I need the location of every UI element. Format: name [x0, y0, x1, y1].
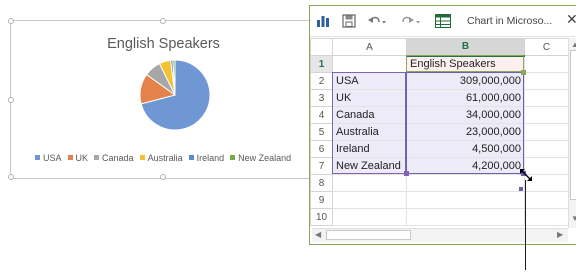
edit-data-in-excel-icon[interactable] — [434, 12, 452, 30]
legend-swatch — [188, 155, 194, 160]
vertical-scroll-thumb[interactable] — [570, 50, 576, 200]
legend-swatch — [94, 155, 100, 160]
table-row: 9 — [310, 191, 569, 209]
legend-swatch — [230, 155, 236, 160]
row-header[interactable]: 2 — [310, 72, 333, 90]
cell-a9[interactable] — [332, 191, 407, 209]
cell-a10[interactable] — [332, 208, 407, 226]
horizontal-scroll-thumb[interactable] — [326, 230, 411, 240]
row-header[interactable]: 6 — [310, 140, 333, 158]
chart-icon — [316, 12, 330, 30]
undo-icon[interactable] — [367, 12, 387, 30]
cell-a6[interactable]: Ireland — [332, 140, 407, 158]
pie-chart[interactable] — [11, 21, 316, 151]
cell-b9[interactable] — [406, 191, 525, 209]
legend-item-canada: Canada — [94, 153, 134, 163]
legend-swatch — [35, 155, 40, 160]
window-title-bar[interactable]: Chart in Microso... ✕ — [310, 6, 576, 37]
cell-a8[interactable] — [332, 174, 407, 192]
row-header[interactable]: 1 — [310, 55, 333, 73]
row-header[interactable]: 9 — [310, 191, 333, 209]
cell-b3[interactable]: 61,000,000 — [406, 89, 525, 107]
legend-item-australia: Australia — [139, 153, 183, 163]
cell-b6[interactable]: 4,500,000 — [406, 140, 525, 158]
cell-c10[interactable] — [524, 208, 569, 226]
scroll-down-icon[interactable]: ▼ — [571, 214, 576, 223]
spreadsheet-grid[interactable]: A B C 1 English Speakers 2 USA 309,000,0… — [310, 38, 569, 226]
window-title: Chart in Microso... — [467, 15, 553, 27]
column-header-a[interactable]: A — [332, 38, 407, 56]
cell-b2[interactable]: 309,000,000 — [406, 72, 525, 90]
resize-cursor-icon — [519, 168, 533, 187]
legend-swatch — [67, 155, 73, 160]
legend-item-uk: UK — [67, 153, 88, 163]
resize-handle-bottom-left[interactable] — [8, 174, 14, 180]
chart-legend[interactable]: USA UK Canada Australia Ireland New Zealand — [35, 153, 297, 167]
cell-a5[interactable]: Australia — [332, 123, 407, 141]
chart-object[interactable]: English Speakers USA UK Canada Australia Ire… — [8, 18, 316, 180]
legend-item-new-zealand: New Zealand — [230, 153, 291, 163]
cell-c4[interactable] — [524, 106, 569, 124]
row-header[interactable]: 10 — [310, 208, 333, 226]
table-row: 6 Ireland 4,500,000 — [310, 140, 569, 158]
row-header[interactable]: 8 — [310, 174, 333, 192]
range-handle[interactable] — [521, 70, 526, 75]
chart-data-window[interactable]: Chart in Microso... ✕ A B C 1 English Sp… — [309, 5, 576, 245]
table-row: 10 — [310, 208, 569, 226]
scroll-left-icon[interactable]: ◀ — [315, 230, 321, 239]
scroll-up-icon[interactable]: ▲ — [571, 40, 576, 49]
cell-c2[interactable] — [524, 72, 569, 90]
redo-icon[interactable] — [399, 12, 421, 30]
cell-a4[interactable]: Canada — [332, 106, 407, 124]
row-header[interactable]: 3 — [310, 89, 333, 107]
cell-c1[interactable] — [524, 55, 569, 73]
cell-a1[interactable] — [332, 55, 407, 73]
close-button[interactable]: ✕ — [566, 11, 576, 28]
table-row: 2 USA 309,000,000 — [310, 72, 569, 90]
save-icon[interactable] — [342, 12, 356, 30]
table-row: 4 Canada 34,000,000 — [310, 106, 569, 124]
cell-b10[interactable] — [406, 208, 525, 226]
cell-b8[interactable] — [406, 174, 525, 192]
column-header-b[interactable]: B — [406, 38, 525, 57]
autofill-handle[interactable] — [519, 187, 523, 191]
cell-a7[interactable]: New Zealand — [332, 157, 407, 175]
cell-a2[interactable]: USA — [332, 72, 407, 90]
legend-swatch — [139, 155, 145, 160]
row-header[interactable]: 5 — [310, 123, 333, 141]
legend-item-ireland: Ireland — [188, 153, 224, 163]
cell-c9[interactable] — [524, 191, 569, 209]
column-header-c[interactable]: C — [524, 38, 569, 56]
callout-line — [525, 180, 526, 270]
vertical-scrollbar[interactable]: ▲ ▼ — [568, 38, 576, 228]
cell-b4[interactable]: 34,000,000 — [406, 106, 525, 124]
cell-c5[interactable] — [524, 123, 569, 141]
cell-b5[interactable]: 23,000,000 — [406, 123, 525, 141]
range-handle[interactable] — [404, 171, 409, 176]
table-row: 5 Australia 23,000,000 — [310, 123, 569, 141]
cell-c3[interactable] — [524, 89, 569, 107]
table-row: 3 UK 61,000,000 — [310, 89, 569, 107]
cell-b7[interactable]: 4,200,000 — [406, 157, 525, 175]
cell-a3[interactable]: UK — [332, 89, 407, 107]
select-all-corner[interactable] — [310, 38, 333, 56]
cell-b1[interactable]: English Speakers — [406, 55, 525, 73]
cell-c6[interactable] — [524, 140, 569, 158]
resize-handle-bottom[interactable] — [160, 174, 166, 180]
horizontal-scrollbar[interactable]: ◀ ▶ — [312, 228, 568, 242]
legend-item-usa: USA — [35, 153, 62, 163]
table-row: 1 English Speakers — [310, 55, 569, 73]
row-header[interactable]: 7 — [310, 157, 333, 175]
scroll-right-icon[interactable]: ▶ — [557, 230, 563, 239]
row-header[interactable]: 4 — [310, 106, 333, 124]
